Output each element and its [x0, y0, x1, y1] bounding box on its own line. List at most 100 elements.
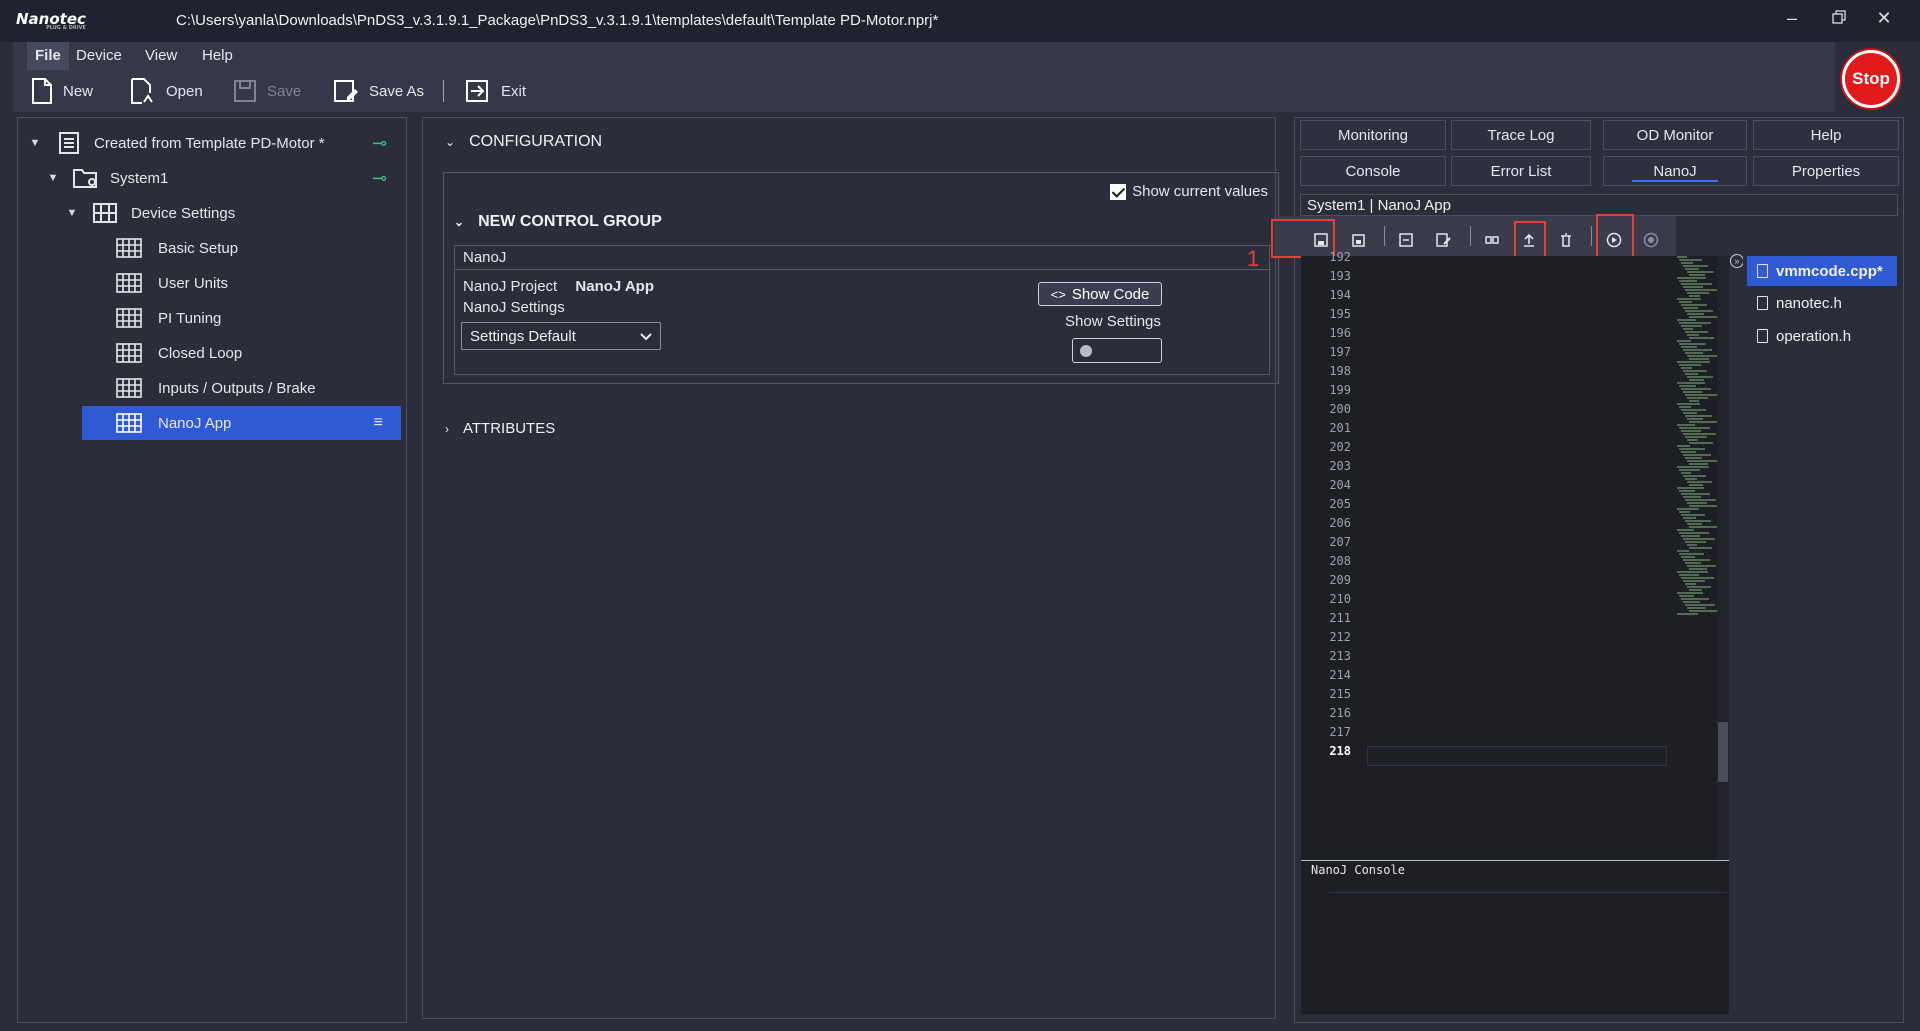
- new-button[interactable]: New: [31, 76, 93, 106]
- project-label: Created from Template PD-Motor *: [94, 134, 325, 152]
- tree-item-pi-tuning[interactable]: PI Tuning: [82, 301, 401, 335]
- minimap-line: [1681, 472, 1691, 474]
- console-output-line: [1329, 879, 1727, 893]
- export-icon[interactable]: [1396, 230, 1416, 250]
- tree-item-inputs-outputs-brake[interactable]: Inputs / Outputs / Brake: [82, 371, 401, 405]
- tree-item-label: User Units: [158, 274, 229, 292]
- tab-properties[interactable]: Properties: [1753, 156, 1899, 186]
- menu-file[interactable]: File: [27, 42, 69, 70]
- editor-scrollbar[interactable]: [1717, 256, 1729, 860]
- file-name: vmmcode.cpp*: [1776, 262, 1883, 280]
- tab-console[interactable]: Console: [1300, 156, 1446, 186]
- save-button[interactable]: Save: [233, 76, 301, 106]
- file-list: vmmcode.cpp* nanotec.h operation.h: [1743, 256, 1898, 1016]
- nanoj-console[interactable]: NanoJ Console: [1301, 860, 1729, 1014]
- minimap-line: [1677, 256, 1687, 258]
- close-icon[interactable]: ✕: [1869, 8, 1899, 29]
- exit-button[interactable]: Exit: [465, 76, 526, 106]
- control-group-header[interactable]: ⌄ NEW CONTROL GROUP: [454, 213, 662, 231]
- line-number: 193: [1329, 269, 1351, 283]
- open-button[interactable]: Open: [130, 76, 203, 106]
- build-icon[interactable]: [1482, 230, 1502, 250]
- tab-monitoring[interactable]: Monitoring: [1300, 120, 1446, 150]
- tree-system[interactable]: ▼ System1 ⊸: [44, 161, 401, 195]
- menu-device[interactable]: Device: [76, 47, 122, 64]
- open-file-icon: [130, 78, 156, 104]
- collapse-arrow-icon[interactable]: »: [1730, 254, 1744, 268]
- tree-item-basic-setup[interactable]: Basic Setup: [82, 231, 401, 265]
- save-as-icon: [333, 79, 359, 103]
- save-all-icon[interactable]: [1348, 230, 1368, 250]
- grid-icon: [93, 203, 117, 223]
- restore-icon[interactable]: [1824, 8, 1854, 29]
- minimap-line: [1689, 442, 1713, 444]
- minimap-line: [1685, 394, 1717, 396]
- minimap-line: [1681, 325, 1702, 327]
- minimap-line: [1681, 304, 1707, 306]
- tree-item-label: PI Tuning: [158, 309, 222, 327]
- tab-trace-log[interactable]: Trace Log: [1451, 120, 1591, 150]
- tree-device-settings[interactable]: ▼ Device Settings: [63, 196, 401, 230]
- menu-view[interactable]: View: [145, 47, 177, 64]
- system-label: System1: [110, 169, 169, 187]
- tab-error-list[interactable]: Error List: [1451, 156, 1591, 186]
- connection-icon[interactable]: ⊸: [372, 168, 387, 189]
- show-settings-toggle[interactable]: [1072, 338, 1162, 363]
- minimap-line: [1689, 463, 1708, 465]
- checkbox-checked-icon[interactable]: [1110, 183, 1127, 200]
- chevron-down-icon[interactable]: ▼: [63, 207, 81, 219]
- minimap-line: [1687, 460, 1717, 462]
- chevron-down-icon[interactable]: ▼: [44, 172, 62, 184]
- minimap-line: [1687, 523, 1702, 525]
- tab-od-monitor[interactable]: OD Monitor: [1603, 120, 1747, 150]
- minimap-line: [1689, 358, 1709, 360]
- code-editor[interactable]: 192 193 194 195 196 197 198 199 200 201 202 203 204 2…: [1301, 250, 1729, 860]
- current-line-highlight: [1367, 746, 1667, 766]
- connection-icon[interactable]: ⊸: [372, 133, 387, 154]
- stop-button[interactable]: Stop: [1842, 50, 1900, 108]
- save-as-button[interactable]: Save As: [333, 76, 424, 106]
- line-number: 211: [1329, 611, 1351, 625]
- edit-icon[interactable]: [1434, 230, 1454, 250]
- tree-project[interactable]: ▼ Created from Template PD-Motor * ⊸: [26, 126, 401, 160]
- delete-icon[interactable]: [1556, 230, 1576, 250]
- file-item-operation[interactable]: operation.h: [1747, 321, 1897, 351]
- new-file-icon: [31, 78, 53, 104]
- minimap-line: [1683, 370, 1707, 372]
- stop-program-icon[interactable]: [1641, 230, 1661, 250]
- tree-item-user-units[interactable]: User Units: [82, 266, 401, 300]
- tab-help[interactable]: Help: [1753, 120, 1899, 150]
- minimap-line: [1683, 412, 1697, 414]
- minimap-line: [1679, 364, 1701, 366]
- nanotec-logo: Nanotec PLUG & DRIVE: [16, 10, 86, 31]
- scrollbar-thumb[interactable]: [1718, 722, 1728, 782]
- tree-item-closed-loop[interactable]: Closed Loop: [82, 336, 401, 370]
- minimap-line: [1677, 529, 1694, 531]
- console-title: NanoJ Console: [1311, 863, 1405, 877]
- show-code-label: Show Code: [1071, 285, 1150, 303]
- show-current-values-checkbox[interactable]: Show current values: [1110, 183, 1268, 200]
- menu-icon[interactable]: ≡: [374, 414, 383, 432]
- tree-item-label: Inputs / Outputs / Brake: [158, 379, 316, 397]
- code-minimap[interactable]: [1677, 256, 1722, 626]
- tab-nanoj[interactable]: NanoJ: [1603, 156, 1747, 186]
- menu-help[interactable]: Help: [202, 47, 233, 64]
- minimap-line: [1685, 583, 1696, 585]
- tree-item-nanoj-app[interactable]: NanoJ App ≡: [82, 406, 401, 440]
- minimap-line: [1685, 478, 1697, 480]
- configuration-header[interactable]: ⌄ CONFIGURATION: [445, 133, 602, 151]
- attributes-header[interactable]: › ATTRIBUTES: [445, 420, 555, 437]
- show-code-button[interactable]: <> Show Code: [1038, 282, 1162, 306]
- minimap-line: [1679, 385, 1696, 387]
- file-item-nanotec[interactable]: nanotec.h: [1747, 288, 1897, 318]
- line-number: 202: [1329, 440, 1351, 454]
- open-label: Open: [166, 82, 203, 100]
- chevron-down-icon[interactable]: ▼: [26, 137, 44, 149]
- device-settings-label: Device Settings: [131, 204, 236, 222]
- minimize-icon[interactable]: –: [1777, 8, 1807, 29]
- minimap-line: [1689, 568, 1707, 570]
- settings-select[interactable]: Settings Default: [461, 322, 661, 350]
- file-item-vmmcode[interactable]: vmmcode.cpp*: [1747, 256, 1897, 286]
- minimap-line: [1677, 466, 1709, 468]
- minimap-line: [1677, 424, 1695, 426]
